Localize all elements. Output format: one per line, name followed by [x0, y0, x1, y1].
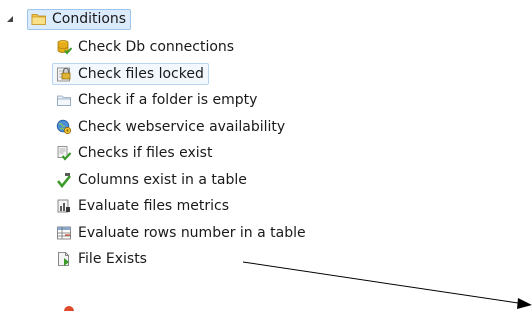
file-exists-icon	[56, 251, 72, 267]
condition-tree-panel: Conditions Check Db connections Check fi…	[0, 0, 532, 311]
file-lock-icon	[56, 66, 72, 82]
tree-children: Check Db connections Check files locked	[52, 34, 512, 273]
tree-item-check-folder-empty[interactable]: Check if a folder is empty	[52, 87, 512, 114]
tree-item-label: Evaluate files metrics	[78, 198, 230, 215]
tree-item-file-exists[interactable]: File Exists	[52, 246, 512, 273]
table-rows-icon	[56, 225, 72, 241]
database-check-icon	[56, 39, 73, 55]
tree-item-label: Checks if files exist	[78, 145, 213, 162]
tree-item-columns-exist[interactable]: Columns exist in a table	[52, 167, 512, 194]
tree-item-label: Check Db connections	[78, 39, 235, 56]
tree-item-label: Check files locked	[78, 65, 204, 82]
checkmark-icon	[56, 172, 72, 188]
tree-item-label: Columns exist in a table	[78, 171, 247, 188]
tree-item-label: File Exists	[78, 251, 147, 268]
collapse-triangle-icon[interactable]	[4, 8, 16, 30]
tree-node-label: Conditions	[52, 11, 127, 27]
tree-node-conditions[interactable]: Conditions	[27, 8, 132, 30]
empty-folder-icon	[56, 92, 72, 108]
tree-item-checks-files-exist[interactable]: Checks if files exist	[52, 140, 512, 167]
folder-icon	[31, 11, 47, 27]
partial-next-item-icon	[64, 306, 74, 311]
tree-item-label: Check if a folder is empty	[78, 92, 258, 109]
file-metrics-icon	[56, 198, 72, 214]
tree-item-label: Check webservice availability	[78, 118, 286, 135]
tree-item-check-db-connections[interactable]: Check Db connections	[52, 34, 512, 61]
tree-item-check-webservice[interactable]: Check webservice availability	[52, 114, 512, 141]
tree-item-evaluate-files-metrics[interactable]: Evaluate files metrics	[52, 193, 512, 220]
tree-item-check-files-locked[interactable]: Check files locked	[52, 61, 512, 88]
tree-root-row: Conditions	[4, 8, 132, 30]
tree-item-label: Evaluate rows number in a table	[78, 224, 306, 241]
tree-item-evaluate-rows-number[interactable]: Evaluate rows number in a table	[52, 220, 512, 247]
webservice-icon	[56, 119, 72, 135]
files-check-icon	[56, 145, 72, 161]
